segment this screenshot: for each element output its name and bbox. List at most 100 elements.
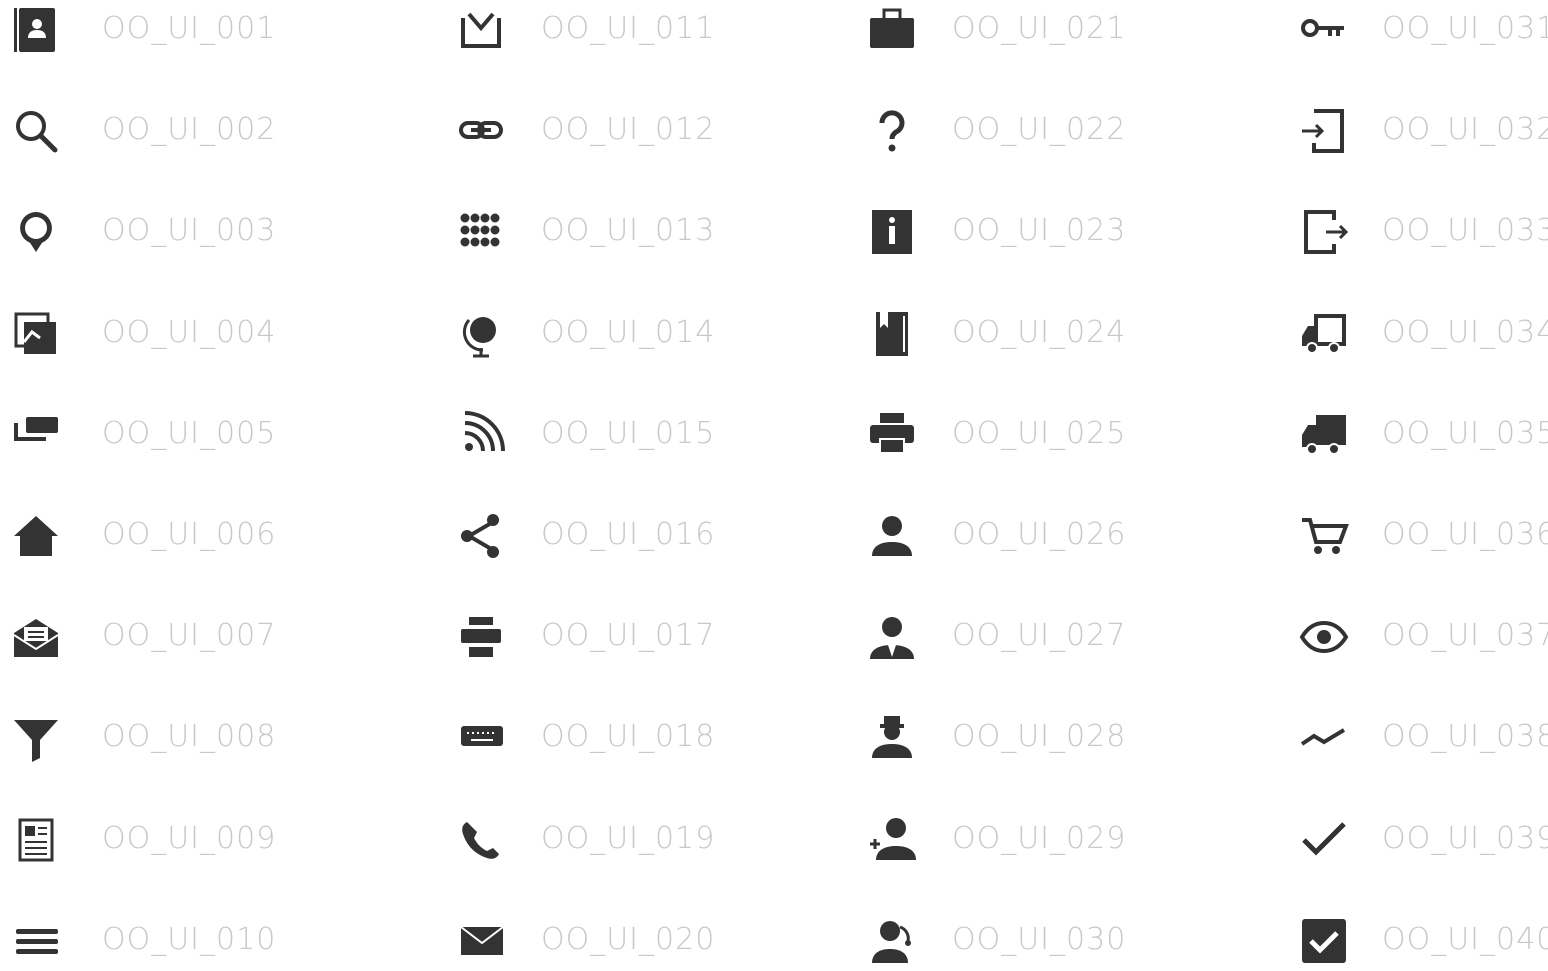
icon-grid-item: OO_UI_024 <box>866 304 1286 364</box>
icon-grid-item: OO_UI_028 <box>866 708 1286 768</box>
icon-grid-item: OO_UI_005 <box>10 405 430 465</box>
icon-grid: OO_UI_001 OO_UI_002 OO_UI_003 OO_UI_004 OO_U… <box>0 0 1548 963</box>
map-pin-icon <box>10 206 62 258</box>
newspaper-icon <box>10 814 62 866</box>
icon-code-label: OO_UI_030 <box>952 921 1127 957</box>
icon-grid-item: OO_UI_029 <box>866 810 1286 870</box>
icon-grid-item: OO_UI_016 <box>455 506 875 566</box>
checkbox-checked-icon <box>1298 915 1350 967</box>
icon-grid-item: OO_UI_002 <box>10 101 430 161</box>
icon-grid-item: OO_UI_037 <box>1298 607 1548 667</box>
icon-code-label: OO_UI_004 <box>102 314 277 350</box>
icon-code-label: OO_UI_028 <box>952 719 1127 755</box>
icon-code-label: OO_UI_022 <box>952 112 1127 148</box>
icon-grid-item: OO_UI_032 <box>1298 101 1548 161</box>
icon-code-label: OO_UI_016 <box>541 517 716 552</box>
icon-grid-item: OO_UI_025 <box>866 405 1286 465</box>
menu-icon <box>10 915 62 967</box>
icon-code-label: OO_UI_029 <box>952 820 1127 856</box>
icon-grid-item: OO_UI_022 <box>866 101 1286 161</box>
icon-grid-item: OO_UI_014 <box>455 304 875 364</box>
windows-stack-icon <box>10 409 62 461</box>
icon-grid-item: OO_UI_034 <box>1298 304 1548 364</box>
shopping-cart-icon <box>1298 510 1350 562</box>
icon-grid-item: OO_UI_006 <box>10 506 430 566</box>
home-icon <box>10 510 62 562</box>
envelope-icon <box>455 915 507 967</box>
icon-code-label: OO_UI_009 <box>102 820 277 856</box>
icon-code-label: OO_UI_037 <box>1382 618 1548 654</box>
trend-line-icon <box>1298 712 1350 764</box>
truck-outline-icon <box>1298 308 1350 360</box>
rss-feed-icon <box>455 409 507 461</box>
icon-code-label: OO_UI_021 <box>952 11 1127 46</box>
icon-grid-item: OO_UI_009 <box>10 810 430 870</box>
share-icon <box>455 510 507 562</box>
icon-grid-item: OO_UI_011 <box>455 0 875 60</box>
printer-alt-icon <box>866 409 918 461</box>
icon-grid-item: OO_UI_027 <box>866 607 1286 667</box>
icon-code-label: OO_UI_007 <box>102 618 277 654</box>
icon-code-label: OO_UI_014 <box>541 314 716 350</box>
icon-code-label: OO_UI_035 <box>1382 415 1548 451</box>
icon-grid-item: OO_UI_036 <box>1298 506 1548 566</box>
icon-grid-item: OO_UI_017 <box>455 607 875 667</box>
icon-code-label: OO_UI_040 <box>1382 921 1548 957</box>
keyboard-icon <box>455 712 507 764</box>
image-gallery-icon <box>10 308 62 360</box>
icon-grid-item: OO_UI_012 <box>455 101 875 161</box>
icon-code-label: OO_UI_013 <box>541 213 716 249</box>
icon-code-label: OO_UI_019 <box>541 820 716 856</box>
printer-icon <box>455 611 507 663</box>
sign-out-icon <box>1298 206 1350 258</box>
icon-grid-item: OO_UI_008 <box>10 708 430 768</box>
filter-icon <box>10 712 62 764</box>
icon-grid-item: OO_UI_033 <box>1298 202 1548 262</box>
icon-code-label: OO_UI_002 <box>102 112 277 148</box>
icon-code-label: OO_UI_023 <box>952 213 1127 249</box>
icon-grid-item: OO_UI_023 <box>866 202 1286 262</box>
icon-grid-item: OO_UI_038 <box>1298 708 1548 768</box>
icon-grid-item: OO_UI_026 <box>866 506 1286 566</box>
open-mail-icon <box>10 611 62 663</box>
check-icon <box>1298 814 1350 866</box>
truck-icon <box>1298 409 1350 461</box>
user-hat-icon <box>866 712 918 764</box>
icon-code-label: OO_UI_033 <box>1382 213 1548 249</box>
icon-grid-item: OO_UI_004 <box>10 304 430 364</box>
icon-code-label: OO_UI_034 <box>1382 314 1548 350</box>
icon-code-label: OO_UI_003 <box>102 213 277 249</box>
briefcase-icon <box>866 4 918 56</box>
icon-code-label: OO_UI_039 <box>1382 820 1548 856</box>
icon-grid-item: OO_UI_040 <box>1298 911 1548 971</box>
contact-book-icon <box>10 4 62 56</box>
globe-icon <box>455 308 507 360</box>
icon-code-label: OO_UI_027 <box>952 618 1127 654</box>
icon-grid-item: OO_UI_030 <box>866 911 1286 971</box>
eye-icon <box>1298 611 1350 663</box>
search-icon <box>10 105 62 157</box>
sign-in-icon <box>1298 105 1350 157</box>
icon-grid-item: OO_UI_001 <box>10 0 430 60</box>
icon-code-label: OO_UI_024 <box>952 314 1127 350</box>
add-user-icon <box>866 814 918 866</box>
icon-code-label: OO_UI_017 <box>541 618 716 654</box>
icon-code-label: OO_UI_026 <box>952 517 1127 552</box>
user-icon <box>866 510 918 562</box>
icon-grid-item: OO_UI_035 <box>1298 405 1548 465</box>
icon-grid-item: OO_UI_013 <box>455 202 875 262</box>
user-business-icon <box>866 611 918 663</box>
icon-code-label: OO_UI_005 <box>102 415 277 451</box>
icon-code-label: OO_UI_031 <box>1382 11 1548 46</box>
info-icon <box>866 206 918 258</box>
icon-code-label: OO_UI_032 <box>1382 112 1548 148</box>
question-icon <box>866 105 918 157</box>
icon-grid-item: OO_UI_039 <box>1298 810 1548 870</box>
icon-code-label: OO_UI_038 <box>1382 719 1548 755</box>
icon-code-label: OO_UI_036 <box>1382 517 1548 552</box>
keypad-icon <box>455 206 507 258</box>
icon-grid-item: OO_UI_003 <box>10 202 430 262</box>
icon-grid-item: OO_UI_020 <box>455 911 875 971</box>
icon-code-label: OO_UI_010 <box>102 921 277 957</box>
icon-grid-item: OO_UI_018 <box>455 708 875 768</box>
